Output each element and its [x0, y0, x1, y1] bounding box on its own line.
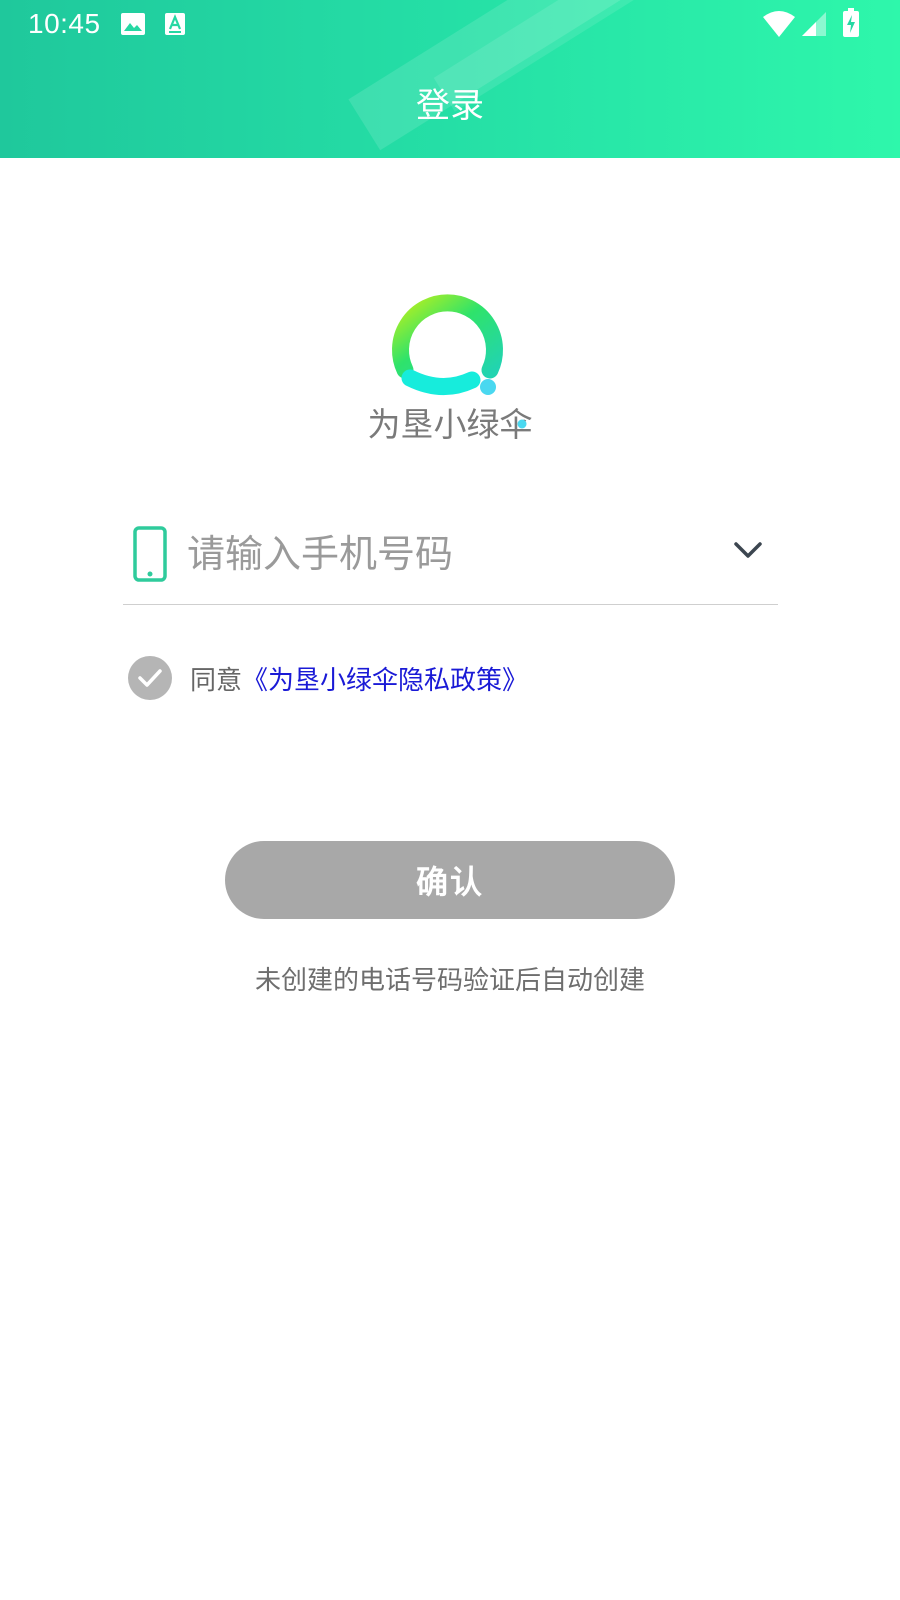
- phone-input-row: [123, 508, 778, 605]
- privacy-policy-link[interactable]: 《为垦小绿伞隐私政策》: [242, 660, 528, 697]
- checkmark-icon: [138, 669, 162, 687]
- agree-checkbox[interactable]: [128, 656, 172, 700]
- battery-charging-icon: [843, 8, 859, 37]
- image-icon: [121, 13, 145, 35]
- header-bar: 10:45 登录: [0, 0, 900, 158]
- phone-number-input[interactable]: [187, 528, 687, 580]
- cellular-signal-icon: [802, 12, 826, 36]
- chevron-down-icon[interactable]: [728, 530, 768, 570]
- privacy-agreement: 同意 《为垦小绿伞隐私政策》: [128, 655, 528, 701]
- text-a-icon: [165, 13, 185, 35]
- status-bar: 10:45: [0, 0, 900, 50]
- mobile-phone-icon: [133, 526, 167, 582]
- app-logo: 为垦小绿伞: [350, 280, 550, 455]
- logo-text: 为垦小绿伞: [368, 405, 533, 444]
- umbrella-ring-logo-icon: 为垦小绿伞: [368, 294, 533, 444]
- confirm-button[interactable]: 确认: [225, 841, 675, 919]
- page-title: 登录: [416, 86, 484, 126]
- status-time: 10:45: [28, 8, 101, 39]
- login-screen: 10:45 登录 为垦小绿伞 请输入手机号码 同意 《为垦小绿伞隐私政策》 确认…: [0, 0, 900, 1600]
- agree-label: 同意: [190, 665, 243, 696]
- wifi-icon: [763, 11, 795, 37]
- auto-create-hint: 未创建的电话号码验证后自动创建: [254, 966, 645, 996]
